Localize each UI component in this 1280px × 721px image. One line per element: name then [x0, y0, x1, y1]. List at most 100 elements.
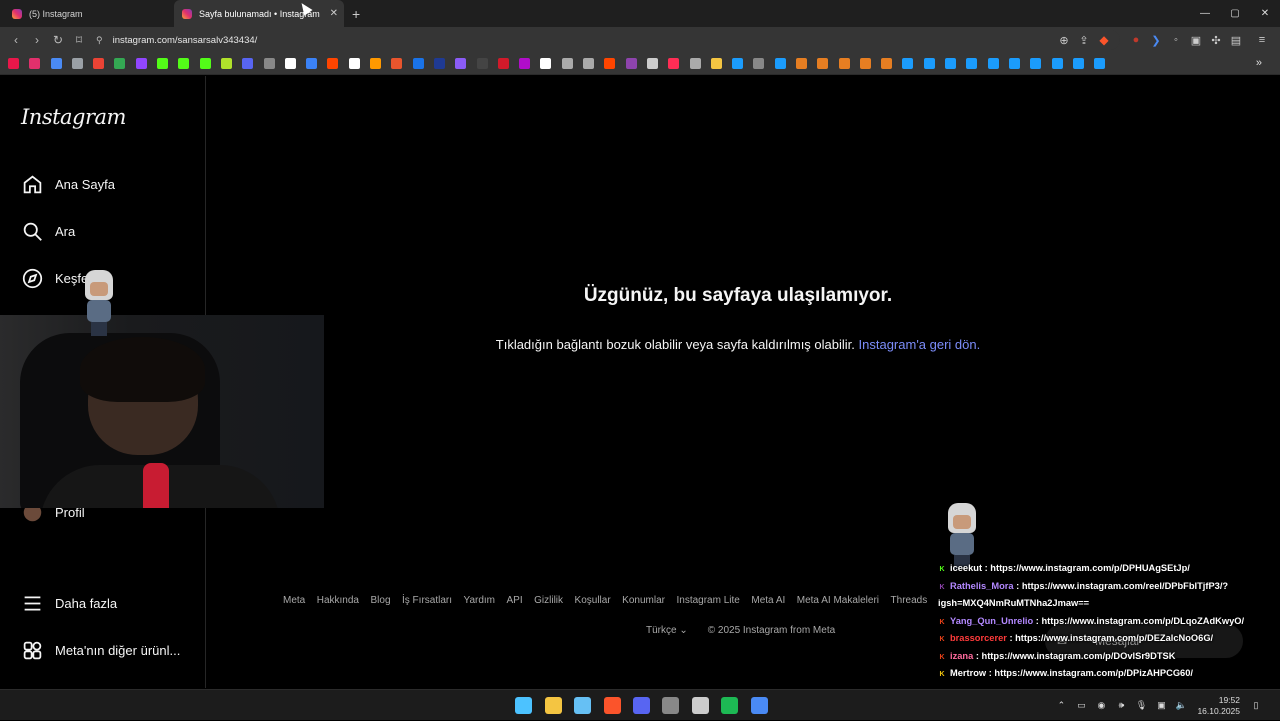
bookmark-icon[interactable]	[987, 58, 999, 69]
spotify-icon[interactable]	[721, 697, 738, 714]
bookmark-icon[interactable]	[945, 58, 957, 69]
bookmark-icon[interactable]	[625, 58, 637, 69]
footer-link[interactable]: Threads	[891, 595, 928, 606]
minimize-button[interactable]: —	[1190, 0, 1220, 27]
bookmark-icon[interactable]	[497, 58, 509, 69]
bookmark-icon[interactable]	[1094, 58, 1106, 69]
bookmark-icon[interactable]	[157, 58, 169, 69]
bookmark-icon[interactable]	[327, 58, 339, 69]
chevron-up-icon[interactable]: ⌃	[1051, 700, 1071, 711]
tab-page-not-found[interactable]: Sayfa bulunamadı • Instagram ✕	[174, 0, 344, 27]
footer-link[interactable]: Yardım	[464, 595, 496, 606]
bookmark-icon[interactable]	[646, 58, 658, 69]
sidebar-toggle-icon[interactable]: ▤	[1226, 34, 1246, 47]
brave-icon[interactable]	[604, 697, 621, 714]
bookmark-icon[interactable]	[199, 58, 211, 69]
bookmark-icon[interactable]	[29, 58, 41, 69]
bookmark-icon[interactable]	[710, 58, 722, 69]
bookmark-icon[interactable]	[263, 58, 275, 69]
footer-link[interactable]: İş Fırsatları	[402, 595, 452, 606]
bookmark-icon[interactable]	[923, 58, 935, 69]
bookmark-icon[interactable]	[881, 58, 893, 69]
bookmark-icon[interactable]	[540, 58, 552, 69]
footer-link[interactable]: Blog	[370, 595, 390, 606]
tab-instagram[interactable]: (5) Instagram	[4, 0, 174, 27]
more-bookmarks-icon[interactable]: »	[1256, 57, 1262, 69]
bookmark-icon[interactable]	[1051, 58, 1063, 69]
maximize-button[interactable]: ▢	[1220, 0, 1250, 27]
zoom-icon[interactable]: ⊕	[1054, 34, 1074, 47]
display-icon[interactable]: ▣	[1151, 700, 1171, 711]
bookmark-icon[interactable]	[135, 58, 147, 69]
sidebar-item-more[interactable]: Daha fazla	[21, 592, 117, 614]
sidebar-item-home[interactable]: Ana Sayfa	[21, 173, 115, 195]
footer-link[interactable]: API	[507, 595, 523, 606]
share-icon[interactable]: ⇪	[1074, 34, 1094, 47]
volume-icon[interactable]: 🕪	[1111, 700, 1131, 711]
new-tab-button[interactable]: +	[352, 6, 360, 22]
settings-icon[interactable]	[751, 697, 768, 714]
bookmark-icon[interactable]	[732, 58, 744, 69]
bookmark-icon[interactable]	[817, 58, 829, 69]
close-window-button[interactable]: ✕	[1250, 0, 1280, 27]
footer-link[interactable]: Gizlilik	[534, 595, 563, 606]
app-icon[interactable]	[662, 697, 679, 714]
battery-icon[interactable]: ▭	[1071, 700, 1091, 711]
bookmark-icon[interactable]	[519, 58, 531, 69]
steam-icon[interactable]	[574, 697, 591, 714]
bookmark-icon[interactable]	[753, 58, 765, 69]
extension-icon[interactable]: ❯	[1146, 34, 1166, 47]
bookmark-icon[interactable]	[178, 58, 190, 69]
footer-link[interactable]: Meta AI Makaleleri	[797, 595, 879, 606]
footer-link[interactable]: Instagram Lite	[676, 595, 739, 606]
bookmark-icon[interactable]	[838, 58, 850, 69]
bookmark-icon[interactable]	[689, 58, 701, 69]
bookmark-icon[interactable]	[859, 58, 871, 69]
obs-icon[interactable]	[692, 697, 709, 714]
bookmark-icon[interactable]	[1008, 58, 1020, 69]
bookmark-icon[interactable]	[71, 58, 83, 69]
bookmark-icon[interactable]	[348, 58, 360, 69]
speaker-icon[interactable]: 🔈	[1171, 700, 1191, 711]
bookmark-icon[interactable]	[391, 58, 403, 69]
site-info-icon[interactable]: ⚲	[96, 35, 103, 46]
bookmark-icon[interactable]	[242, 58, 254, 69]
extension-icon[interactable]: ◦	[1166, 34, 1186, 46]
bookmark-icon[interactable]	[370, 58, 382, 69]
footer-link[interactable]: Meta	[283, 595, 305, 606]
windows-start-icon[interactable]	[515, 697, 532, 714]
sidebar-item-meta-apps[interactable]: Meta'nın diğer ürünl...	[21, 639, 180, 661]
bookmark-icon[interactable]	[668, 58, 680, 69]
close-tab-icon[interactable]: ✕	[330, 8, 338, 19]
back-icon[interactable]: ‹	[6, 33, 26, 47]
bookmark-icon[interactable]	[795, 58, 807, 69]
bookmark-icon[interactable]	[306, 58, 318, 69]
file-explorer-icon[interactable]	[545, 697, 562, 714]
bookmark-icon[interactable]	[220, 58, 232, 69]
address-bar[interactable]: ⚲ instagram.com/sansarsalv343434/	[90, 30, 1120, 50]
reload-icon[interactable]: ↻	[48, 33, 68, 47]
extension-icon[interactable]: ▣	[1186, 34, 1206, 47]
ublock-icon[interactable]: ●	[1126, 34, 1146, 46]
bookmark-icon[interactable]	[583, 58, 595, 69]
bookmark-icon[interactable]	[114, 58, 126, 69]
discord-icon[interactable]	[633, 697, 650, 714]
extensions-puzzle-icon[interactable]: ✣	[1206, 34, 1226, 47]
tray-app-icon[interactable]: ◉	[1091, 700, 1111, 711]
sidebar-item-search[interactable]: Ara	[21, 220, 75, 242]
brave-shields-icon[interactable]: ◆	[1094, 33, 1114, 47]
bookmark-icon[interactable]: ⌑	[69, 33, 89, 47]
bookmark-icon[interactable]	[966, 58, 978, 69]
bookmark-icon[interactable]	[50, 58, 62, 69]
bookmark-icon[interactable]	[433, 58, 445, 69]
microphone-icon[interactable]: 🎙	[1131, 700, 1151, 711]
footer-link[interactable]: Koşullar	[575, 595, 611, 606]
bookmark-icon[interactable]	[93, 58, 105, 69]
back-to-instagram-link[interactable]: Instagram'a geri dön.	[859, 337, 981, 352]
bookmark-icon[interactable]	[604, 58, 616, 69]
bookmark-icon[interactable]	[476, 58, 488, 69]
footer-link[interactable]: Konumlar	[622, 595, 665, 606]
language-selector[interactable]: Türkçe ⌄	[646, 625, 688, 636]
footer-link[interactable]: Meta AI	[751, 595, 785, 606]
bookmark-icon[interactable]	[561, 58, 573, 69]
